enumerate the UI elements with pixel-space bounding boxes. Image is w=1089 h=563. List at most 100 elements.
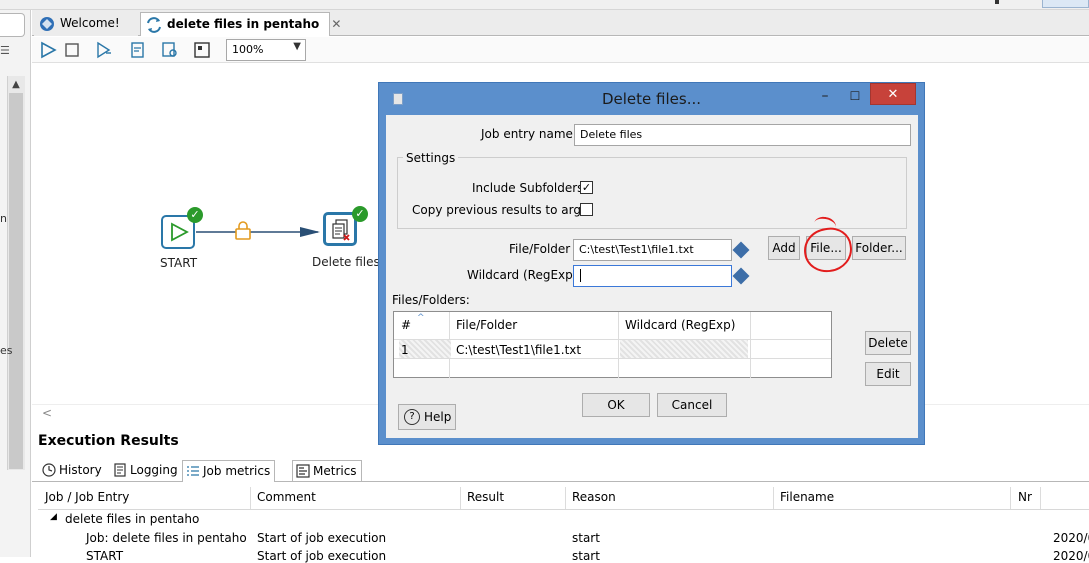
help-icon: ? (404, 409, 420, 425)
tab-metrics[interactable]: Metrics (292, 460, 362, 482)
stop-icon[interactable] (62, 40, 82, 60)
tab-label: Welcome! (60, 16, 120, 30)
sort-asc-icon: ^ (417, 313, 425, 323)
zoom-select[interactable]: 100% ▼ (226, 39, 306, 61)
left-panel-tab[interactable] (0, 13, 25, 37)
file-folder-field[interactable]: C:\test\Test1\file1.txt (573, 239, 732, 261)
files-folders-label: Files/Folders: (392, 293, 470, 307)
tab-label: Metrics (313, 464, 357, 478)
tab-welcome[interactable]: Welcome! (34, 12, 138, 36)
left-panel-text: es (0, 344, 13, 357)
table-cell-date: 2020/0 (1053, 531, 1089, 545)
top-strip (0, 0, 1089, 10)
top-strip-marker (995, 0, 999, 4)
zoom-value: 100% (232, 43, 264, 56)
column-separator (250, 487, 251, 509)
perspective-button[interactable] (1042, 0, 1089, 8)
table-cell-date: 2020/0 (1053, 549, 1089, 563)
column-header-nr[interactable]: Nr (1018, 490, 1032, 504)
table-cell-number: 1 (401, 343, 409, 357)
wildcard-label: Wildcard (RegExp) (467, 268, 578, 282)
execution-results-title: Execution Results (38, 433, 179, 449)
edit-button[interactable]: Edit (865, 362, 911, 386)
column-header-reason[interactable]: Reason (572, 490, 616, 504)
job-entry-name-field[interactable]: Delete files (574, 124, 911, 146)
close-icon[interactable]: ✕ (870, 83, 916, 105)
row-stripe (620, 340, 748, 358)
cancel-button[interactable]: Cancel (657, 393, 727, 417)
minimize-icon[interactable]: – (817, 89, 833, 107)
table-cell-comment: Start of job execution (257, 549, 387, 563)
tab-label: History (59, 463, 102, 477)
settings-group-label: Settings (403, 151, 459, 165)
include-subfolders-checkbox[interactable]: ✓ (580, 181, 593, 194)
collapse-icon[interactable]: ☰ (0, 44, 14, 58)
text-caret (580, 269, 585, 282)
expand-triangle-icon[interactable]: ◢ (50, 512, 57, 522)
logging-icon (114, 463, 126, 477)
grid-icon[interactable] (192, 40, 212, 60)
tab-job-metrics[interactable]: Job metrics (182, 460, 276, 482)
folder-browse-button[interactable]: Folder... (852, 236, 906, 260)
job-entry-name-label: Job entry name: (481, 127, 577, 141)
tree-node-label[interactable]: delete files in pentaho (65, 512, 199, 526)
dialog-title: Delete files... (601, 90, 702, 108)
scroll-left-icon[interactable]: < (42, 406, 52, 420)
left-panel-text: n (0, 212, 7, 225)
column-header-result[interactable]: Result (467, 490, 504, 504)
run-icon[interactable] (38, 40, 58, 60)
table-cell-entry[interactable]: Job: delete files in pentaho (86, 531, 247, 545)
hop-arrow[interactable] (196, 220, 326, 244)
file-folder-label: File/Folder (509, 242, 571, 256)
maximize-icon[interactable]: ☐ (847, 89, 863, 107)
scroll-up-icon[interactable]: ▲ (9, 78, 23, 92)
table-cell-file: C:\test\Test1\file1.txt (456, 343, 582, 357)
column-header-wildcard[interactable]: Wildcard (RegExp) (625, 312, 735, 337)
delete-files-icon (332, 219, 350, 241)
success-check-icon: ✓ (352, 206, 368, 222)
run-options-icon[interactable] (94, 40, 114, 60)
column-header-number[interactable]: # (401, 312, 411, 337)
node-label: Delete files (312, 255, 380, 269)
tab-label: delete files in pentaho (167, 17, 320, 31)
ok-button[interactable]: OK (582, 393, 650, 417)
chevron-down-icon: ▼ (293, 41, 301, 52)
table-cell-reason: start (572, 549, 600, 563)
help-button[interactable]: ? Help (398, 404, 456, 430)
job-metrics-icon (187, 466, 199, 476)
impact-icon[interactable] (160, 40, 180, 60)
add-button[interactable]: Add (768, 236, 800, 260)
delete-button[interactable]: Delete (865, 331, 911, 355)
column-header-comment[interactable]: Comment (257, 490, 316, 504)
dialog-titlebar[interactable]: Delete files... – ☐ ✕ (379, 83, 924, 115)
history-icon (42, 463, 56, 477)
job-toolbar (32, 37, 1089, 63)
left-scroll-thumb[interactable] (9, 93, 23, 469)
copy-previous-checkbox[interactable] (580, 203, 593, 216)
tab-history[interactable]: History (39, 460, 106, 482)
table-cell-entry[interactable]: START (86, 549, 123, 563)
column-separator (565, 487, 566, 509)
help-label: Help (424, 410, 452, 424)
close-icon[interactable]: ✕ (331, 17, 341, 31)
lock-icon (235, 221, 251, 240)
check-icon[interactable] (128, 40, 148, 60)
include-subfolders-label: Include Subfolders (472, 181, 584, 195)
tab-job[interactable]: delete files in pentaho ✕ (140, 12, 341, 36)
column-header-filename[interactable]: Filename (780, 490, 834, 504)
node-label: START (160, 256, 198, 270)
column-separator (1040, 487, 1041, 509)
column-separator (773, 487, 774, 509)
start-icon (171, 222, 189, 242)
tab-label: Logging (130, 463, 178, 477)
column-header-file[interactable]: File/Folder (456, 312, 517, 337)
column-separator (1010, 487, 1011, 509)
success-check-icon: ✓ (187, 207, 203, 223)
table-cell-reason: start (572, 531, 600, 545)
job-icon (147, 17, 161, 33)
wildcard-field[interactable] (573, 265, 732, 287)
tab-label: Job metrics (203, 464, 271, 478)
tab-logging[interactable]: Logging (110, 460, 182, 482)
results-table-header (38, 486, 1089, 510)
column-header-entry[interactable]: Job / Job Entry (45, 490, 129, 504)
